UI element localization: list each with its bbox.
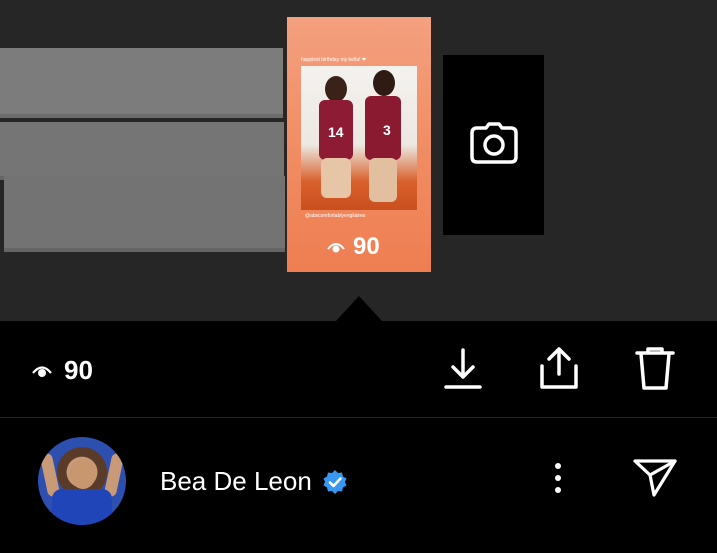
download-button[interactable]: [441, 347, 485, 393]
story-tray: happiest birthday my bella! ❤ 14 3 @absc…: [0, 0, 717, 321]
profile-name-row[interactable]: Bea De Leon: [160, 466, 348, 497]
eye-icon: [327, 233, 345, 261]
send-icon: [632, 458, 678, 503]
add-story-camera-tile[interactable]: [443, 55, 544, 235]
story-caption: happiest birthday my bella! ❤: [301, 57, 367, 63]
more-options-button[interactable]: [546, 462, 570, 498]
story-action-bar: 90: [0, 321, 717, 417]
share-icon: [538, 346, 580, 395]
profile-bar: Bea De Leon: [0, 418, 717, 553]
jersey-number: 14: [328, 124, 344, 140]
view-count: 90: [64, 355, 93, 385]
story-mention: @abscomfortablyengilaires: [305, 213, 366, 219]
avatar[interactable]: [38, 437, 126, 525]
avatar-detail: [52, 489, 112, 525]
placeholder-thumbnail: [4, 176, 285, 252]
delete-button[interactable]: [633, 345, 677, 396]
story-photo: 14 3: [301, 66, 417, 210]
player-legs: [369, 158, 397, 202]
profile-name: Bea De Leon: [160, 466, 312, 496]
more-vertical-icon: [554, 462, 562, 499]
player-head: [325, 76, 347, 102]
trash-icon: [634, 345, 676, 396]
player-legs: [321, 158, 351, 198]
viewers-button[interactable]: 90: [32, 355, 93, 386]
send-button[interactable]: [630, 458, 680, 502]
jersey-number: 3: [383, 122, 391, 138]
avatar-detail: [70, 459, 96, 489]
placeholder-thumbnail: [0, 48, 283, 118]
player-head: [373, 70, 395, 96]
story-views-value: 90: [353, 233, 380, 260]
camera-icon: [469, 121, 518, 169]
download-icon: [443, 346, 483, 395]
story-thumbnail-selected[interactable]: happiest birthday my bella! ❤ 14 3 @absc…: [287, 17, 431, 272]
selection-pointer: [336, 296, 382, 321]
story-view-count: 90: [327, 233, 380, 261]
verified-badge-icon: [322, 469, 348, 495]
eye-icon: [32, 355, 52, 386]
share-button[interactable]: [537, 346, 581, 395]
placeholder-thumbnail: [0, 122, 284, 180]
